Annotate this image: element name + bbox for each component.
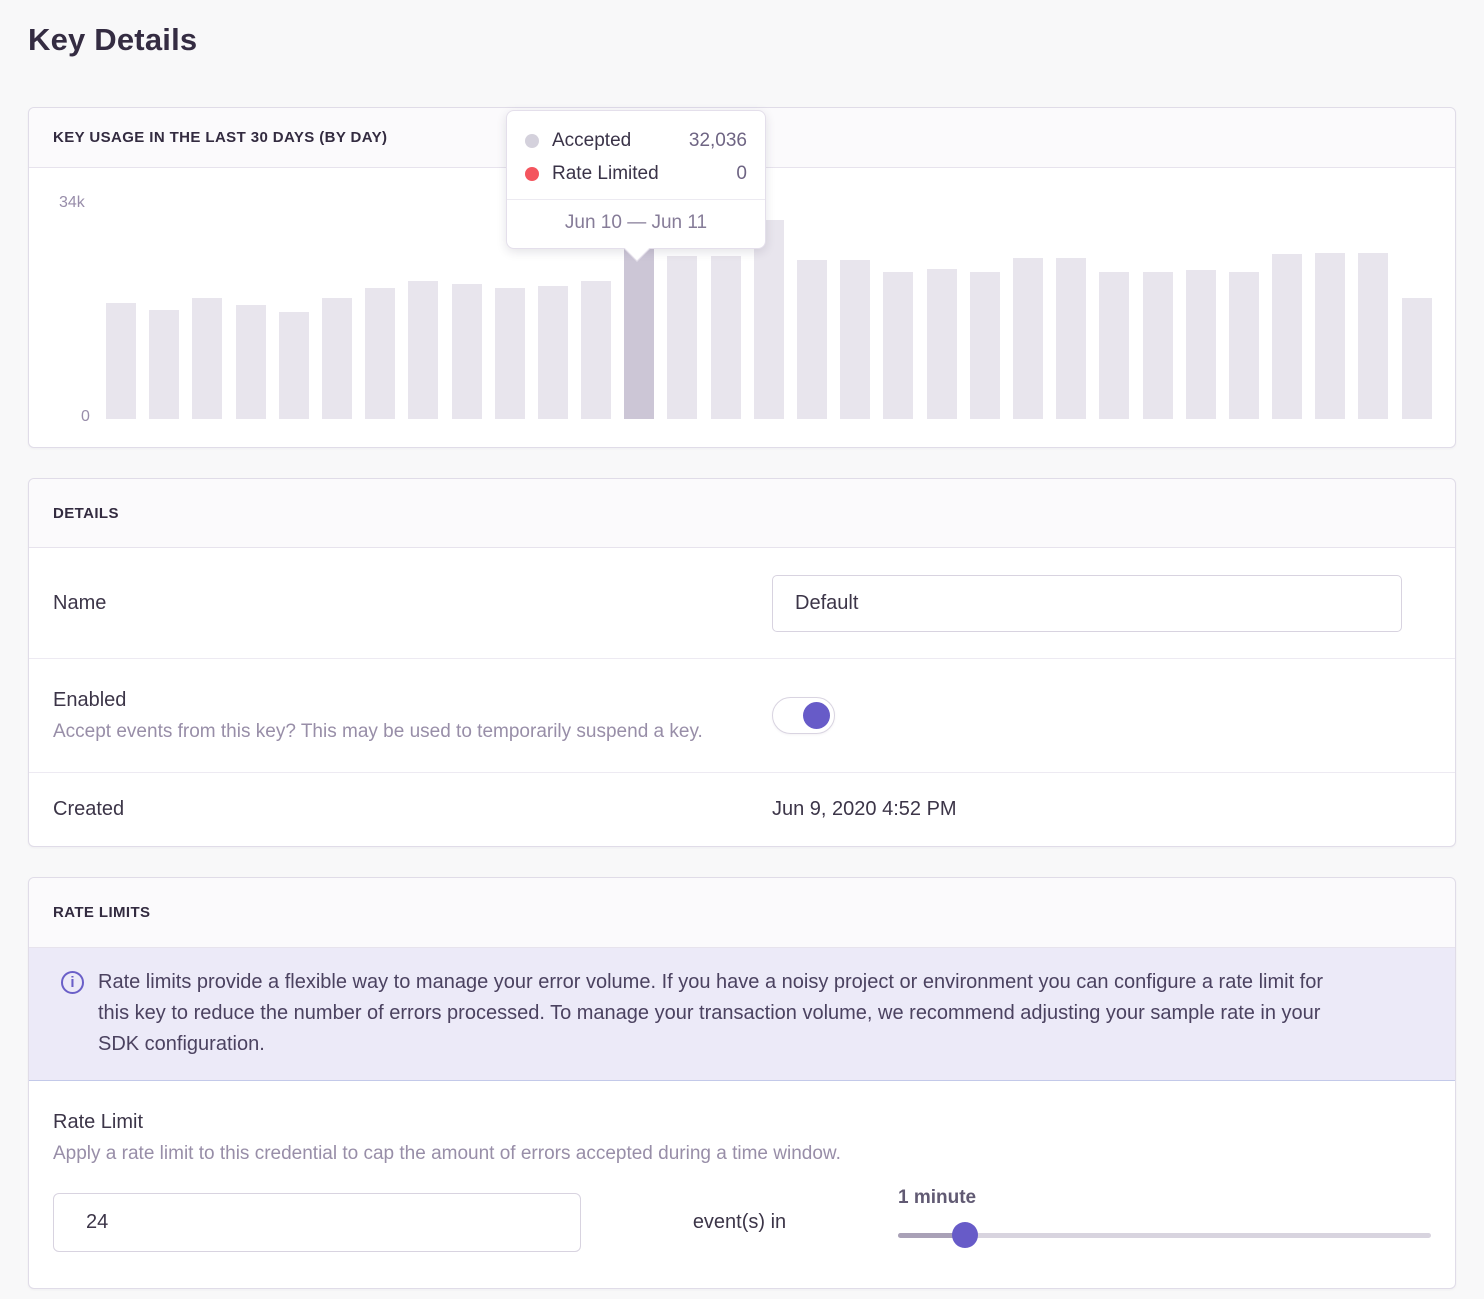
created-label: Created — [29, 798, 772, 821]
chart-bar[interactable] — [1315, 253, 1345, 419]
rate-limit-count-input[interactable] — [53, 1193, 581, 1252]
rate-limit-controls: event(s) in 1 minute — [53, 1193, 1431, 1252]
chart-bar[interactable] — [581, 281, 611, 419]
slider-track[interactable] — [898, 1233, 1431, 1238]
tooltip-rows: Accepted 32,036 Rate Limited 0 — [507, 111, 765, 199]
chart-bar[interactable] — [1229, 272, 1259, 419]
key-usage-panel-title: KEY USAGE IN THE LAST 30 DAYS (BY DAY) — [53, 129, 387, 146]
tooltip-rate-limited-value: 0 — [736, 163, 747, 185]
chart-bar[interactable] — [452, 284, 482, 419]
chart-tooltip: Accepted 32,036 Rate Limited 0 Jun 10 — … — [506, 110, 766, 249]
rate-limit-connector-text: event(s) in — [581, 1211, 898, 1234]
chart-bar[interactable] — [1099, 272, 1129, 419]
details-panel-header: DETAILS — [29, 479, 1455, 548]
chart-bar[interactable] — [1186, 270, 1216, 419]
info-icon: i — [61, 971, 84, 994]
chart-bar[interactable] — [840, 260, 870, 419]
rate-limits-info-text: Rate limits provide a flexible way to ma… — [98, 967, 1343, 1060]
created-value: Jun 9, 2020 4:52 PM — [772, 798, 1455, 821]
tooltip-row-rate-limited: Rate Limited 0 — [525, 157, 747, 190]
rate-limited-dot-icon — [525, 167, 539, 181]
chart-bar[interactable] — [1272, 254, 1302, 419]
chart-bar[interactable] — [192, 298, 222, 419]
chart-bar[interactable] — [322, 298, 352, 419]
chart-bar[interactable] — [365, 288, 395, 419]
enabled-row: Enabled Accept events from this key? Thi… — [29, 658, 1455, 772]
slider-knob-icon[interactable] — [952, 1222, 978, 1248]
chart-bar[interactable] — [149, 310, 179, 419]
chart-bar[interactable] — [1402, 298, 1432, 419]
key-usage-panel: KEY USAGE IN THE LAST 30 DAYS (BY DAY) 3… — [28, 107, 1456, 448]
chart-bar[interactable] — [711, 256, 741, 419]
rate-limits-info-alert: i Rate limits provide a flexible way to … — [29, 948, 1455, 1081]
accepted-dot-icon — [525, 134, 539, 148]
created-row: Created Jun 9, 2020 4:52 PM — [29, 772, 1455, 846]
rate-limits-panel-title: RATE LIMITS — [53, 904, 150, 921]
chart-bar[interactable] — [927, 269, 957, 419]
rate-limit-label: Rate Limit — [53, 1111, 1431, 1134]
name-row: Name — [29, 548, 1455, 658]
rate-limits-panel: RATE LIMITS i Rate limits provide a flex… — [28, 877, 1456, 1289]
chart-bar[interactable] — [1013, 258, 1043, 419]
y-axis-min-label: 0 — [81, 408, 90, 426]
enabled-label: Enabled — [29, 689, 772, 712]
rate-limit-window-label: 1 minute — [898, 1187, 1431, 1209]
rate-limit-description: Apply a rate limit to this credential to… — [53, 1143, 1431, 1165]
chart-bar[interactable] — [279, 312, 309, 419]
chart-bar[interactable] — [667, 256, 697, 419]
tooltip-accepted-label: Accepted — [552, 130, 631, 152]
chart-bar[interactable] — [1056, 258, 1086, 419]
rate-limits-panel-header: RATE LIMITS — [29, 878, 1455, 948]
chart-bar[interactable] — [495, 288, 525, 419]
tooltip-row-accepted: Accepted 32,036 — [525, 124, 747, 157]
page-title: Key Details — [28, 0, 1456, 62]
name-input[interactable] — [772, 575, 1402, 632]
enabled-toggle[interactable] — [772, 697, 835, 734]
chart-bar[interactable] — [408, 281, 438, 419]
chart-bar[interactable] — [970, 272, 1000, 419]
rate-limit-window-slider[interactable] — [898, 1222, 1431, 1248]
chart-bar[interactable] — [883, 272, 913, 419]
details-panel: DETAILS Name Enabled Accept events from … — [28, 478, 1456, 847]
rate-limit-section: Rate Limit Apply a rate limit to this cr… — [29, 1081, 1455, 1288]
chart-bar[interactable] — [1143, 272, 1173, 419]
enabled-description: Accept events from this key? This may be… — [29, 721, 772, 743]
chart-bar[interactable] — [754, 220, 784, 419]
tooltip-rate-limited-label: Rate Limited — [552, 163, 659, 185]
chart-bar[interactable] — [236, 305, 266, 419]
tooltip-accepted-value: 32,036 — [689, 130, 747, 152]
chart-bar[interactable] — [797, 260, 827, 419]
rate-limit-window-block: 1 minute — [898, 1187, 1431, 1248]
page-content: Key Details KEY USAGE IN THE LAST 30 DAY… — [0, 0, 1484, 1289]
toggle-knob-icon — [803, 702, 830, 729]
usage-bars — [106, 203, 1432, 419]
name-label: Name — [29, 592, 772, 615]
chart-bar[interactable] — [106, 303, 136, 419]
usage-chart: 34k 0 Accepted 32,036 Rate Limited 0 — [29, 168, 1455, 447]
chart-bar[interactable] — [538, 286, 568, 419]
details-panel-title: DETAILS — [53, 505, 119, 522]
chart-bar[interactable] — [1358, 253, 1388, 419]
y-axis-max-label: 34k — [59, 194, 85, 212]
